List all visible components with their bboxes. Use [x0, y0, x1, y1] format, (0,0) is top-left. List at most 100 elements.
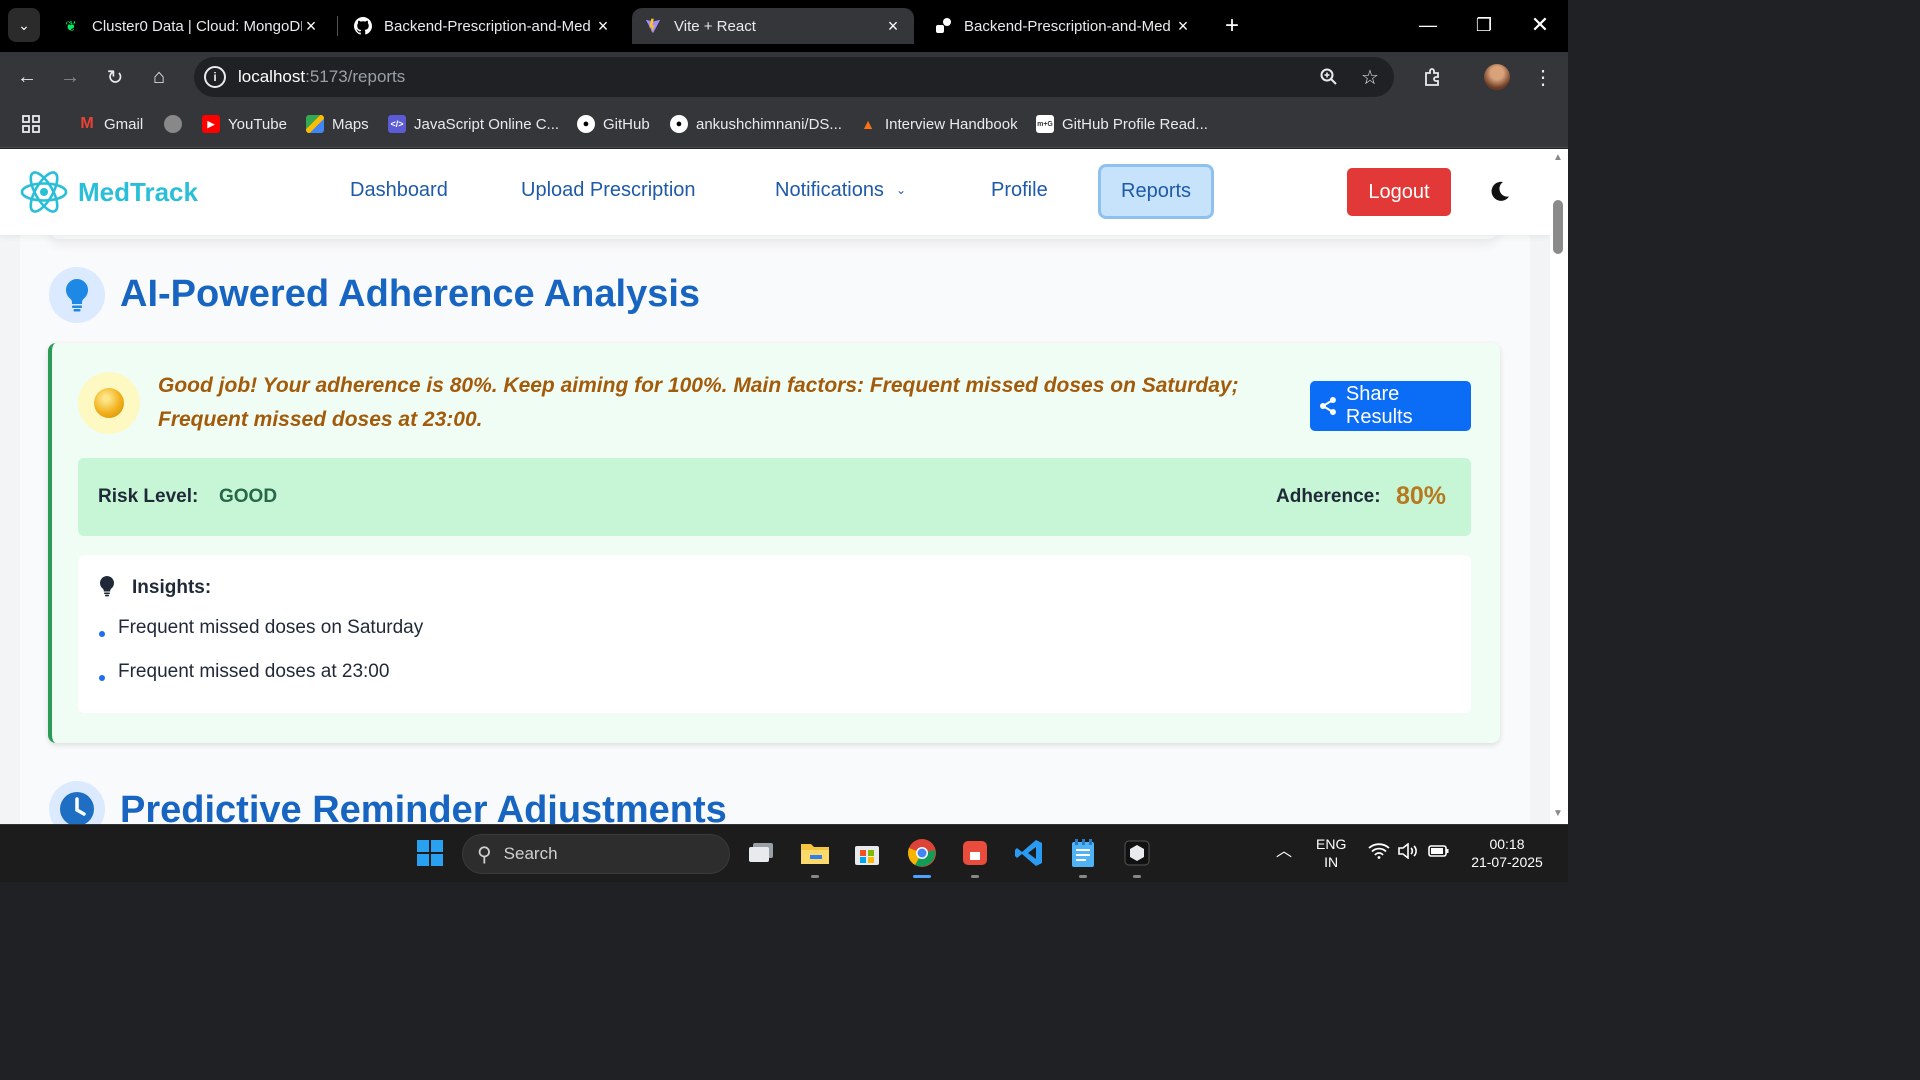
cone-icon: ▲: [861, 116, 875, 132]
site-info-icon[interactable]: i: [204, 66, 226, 88]
gmail-icon: M: [80, 115, 94, 132]
reload-icon[interactable]: ↻: [102, 64, 128, 90]
minimize-button[interactable]: —: [1400, 8, 1456, 42]
red-app-icon[interactable]: [959, 837, 991, 869]
running-indicator: [971, 875, 979, 878]
language-indicator[interactable]: ENG IN: [1316, 835, 1346, 871]
new-tab-button[interactable]: +: [1218, 12, 1246, 40]
profile-avatar[interactable]: [1484, 64, 1510, 90]
vscode-icon[interactable]: [1013, 837, 1045, 869]
close-tab-icon[interactable]: ×: [884, 16, 902, 37]
tab-mongodb[interactable]: ❦ Cluster0 Data | Cloud: MongoDB ×: [50, 8, 332, 44]
bookmark-interview[interactable]: ▲ Interview Handbook: [859, 112, 1018, 136]
close-tab-icon[interactable]: ×: [594, 16, 612, 37]
home-icon[interactable]: ⌂: [146, 64, 172, 90]
restore-button[interactable]: ❐: [1456, 8, 1512, 42]
github-icon: ●: [577, 115, 595, 133]
maps-icon: [306, 115, 324, 133]
close-tab-icon[interactable]: ×: [302, 16, 320, 37]
bookmark-label: Gmail: [104, 115, 144, 133]
scroll-down-arrow-icon[interactable]: ▼: [1553, 808, 1563, 819]
scroll-up-arrow-icon[interactable]: ▲: [1553, 152, 1563, 163]
zoom-icon[interactable]: [1316, 64, 1342, 90]
scrollbar-thumb[interactable]: [1553, 200, 1563, 254]
cube-app-icon[interactable]: [1121, 837, 1153, 869]
forward-icon[interactable]: →: [57, 64, 83, 90]
bookmark-label: JavaScript Online C...: [414, 115, 560, 133]
insights-box: Insights: Frequent missed doses on Satur…: [78, 555, 1471, 713]
file-explorer-icon[interactable]: [799, 837, 831, 869]
nav-notifications[interactable]: Notifications ⌄: [775, 179, 906, 202]
battery-icon[interactable]: [1428, 843, 1450, 863]
back-icon[interactable]: ←: [14, 64, 40, 90]
bookmark-globe[interactable]: [164, 112, 190, 136]
adherence-label: Adherence:: [1276, 486, 1381, 507]
bookmark-ankush[interactable]: ● ankushchimnani/DS...: [670, 112, 842, 136]
nav-dashboard[interactable]: Dashboard: [350, 179, 448, 202]
app-navbar: MedTrack Dashboard Upload Prescription N…: [0, 149, 1550, 235]
active-app-indicator: [913, 875, 931, 878]
risk-summary: Risk Level: GOOD Adherence: 80%: [78, 458, 1471, 536]
bookmark-github-profile[interactable]: m+G GitHub Profile Read...: [1036, 112, 1208, 136]
address-bar[interactable]: i localhost:5173/reports: [194, 57, 1394, 97]
youtube-icon: ▶: [202, 115, 220, 133]
tab-title: Vite + React: [674, 17, 756, 35]
show-hidden-icons-chevron-icon[interactable]: ︿: [1276, 843, 1292, 861]
bookmark-maps[interactable]: Maps: [306, 112, 369, 136]
nav-notifications-label: Notifications: [775, 179, 884, 201]
bookmark-github[interactable]: ● GitHub: [577, 112, 650, 136]
task-view-icon[interactable]: [745, 837, 777, 869]
nav-reports[interactable]: Reports: [1098, 164, 1215, 219]
chrome-icon[interactable]: [906, 837, 938, 869]
wifi-icon[interactable]: [1368, 843, 1390, 864]
taskbar-search[interactable]: ⚲ Search: [462, 834, 730, 874]
notepad-icon[interactable]: [1067, 837, 1099, 869]
close-window-button[interactable]: ✕: [1512, 8, 1568, 42]
region-code: IN: [1324, 854, 1339, 870]
react-atom-logo-icon[interactable]: [20, 169, 68, 215]
dark-mode-moon-icon[interactable]: [1488, 179, 1512, 203]
search-placeholder: Search: [503, 844, 558, 863]
risk-level-value: GOOD: [219, 486, 278, 507]
bookmark-youtube[interactable]: ▶ YouTube: [202, 112, 287, 136]
clock-time: 00:18: [1489, 836, 1525, 852]
bookmark-label: GitHub Profile Read...: [1062, 115, 1208, 133]
bookmark-gmail[interactable]: M Gmail: [78, 112, 143, 136]
volume-icon[interactable]: [1397, 842, 1419, 863]
vite-icon: [644, 17, 662, 35]
tab-separator: [337, 16, 338, 36]
page-viewport: AI-Powered Adherence Analysis Good job! …: [0, 149, 1550, 824]
windows-start-icon[interactable]: [414, 837, 446, 869]
share-results-button[interactable]: Share Results: [1310, 381, 1471, 431]
status-orb-icon: [78, 372, 140, 434]
tab-search-button[interactable]: ⌄: [8, 8, 40, 42]
browser-menu-icon[interactable]: ⋮: [1530, 64, 1556, 90]
brand-name[interactable]: MedTrack: [78, 177, 198, 208]
running-indicator: [1133, 875, 1141, 878]
bookmark-js-online[interactable]: </> JavaScript Online C...: [388, 112, 559, 136]
browser-tab-strip: ⌄ ❦ Cluster0 Data | Cloud: MongoDB × Bac…: [0, 0, 1568, 52]
nav-upload-prescription[interactable]: Upload Prescription: [521, 179, 696, 202]
nav-profile[interactable]: Profile: [991, 179, 1048, 202]
bookmark-label: YouTube: [228, 115, 287, 133]
clock-date: 21-07-2025: [1471, 854, 1543, 870]
language-code: ENG: [1316, 836, 1347, 852]
extensions-icon[interactable]: [1419, 64, 1445, 90]
tab-title: Backend-Prescription-and-Med: [964, 17, 1171, 35]
url-host: localhost: [238, 67, 306, 86]
logout-button[interactable]: Logout: [1347, 168, 1451, 216]
tab-vite-react[interactable]: Vite + React ×: [632, 8, 914, 44]
apps-grid-icon[interactable]: [22, 112, 40, 136]
tab-github-backend[interactable]: Backend-Prescription-and-Med ×: [342, 8, 624, 44]
bookmark-star-icon[interactable]: ☆: [1357, 64, 1383, 90]
analysis-message: Good job! Your adherence is 80%. Keep ai…: [158, 374, 1239, 431]
github-icon: ●: [670, 115, 688, 133]
bookmark-label: Interview Handbook: [885, 115, 1018, 133]
clock[interactable]: 00:18 21-07-2025: [1462, 835, 1552, 871]
microsoft-store-icon[interactable]: [851, 837, 883, 869]
predictive-reminders-title: Predictive Reminder Adjustments: [120, 789, 727, 824]
risk-level-label: Risk Level:: [98, 486, 199, 507]
tab-backend-render[interactable]: Backend-Prescription-and-Med ×: [922, 8, 1204, 44]
close-tab-icon[interactable]: ×: [1174, 16, 1192, 37]
analysis-title: AI-Powered Adherence Analysis: [120, 273, 701, 315]
